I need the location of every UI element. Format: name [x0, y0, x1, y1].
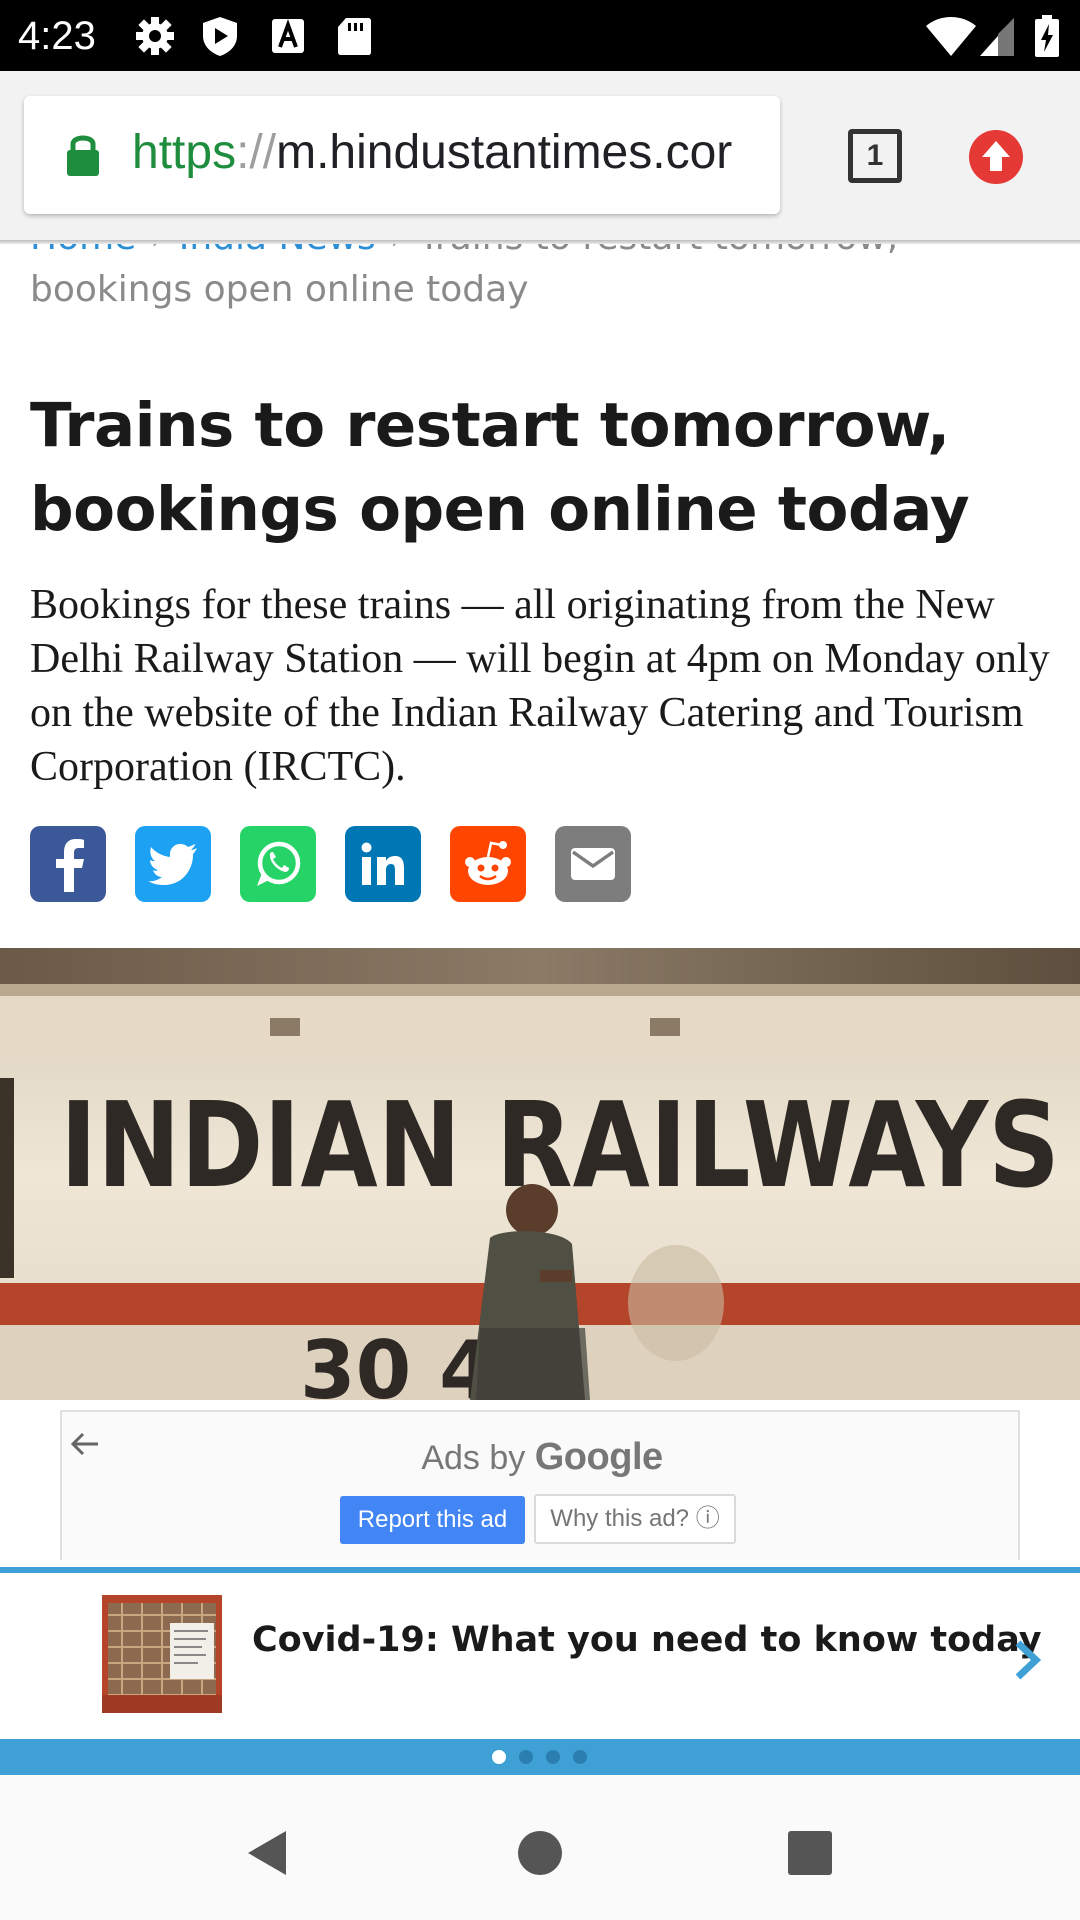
reddit-icon	[465, 841, 511, 885]
linkedin-icon	[361, 842, 404, 885]
browser-toolbar: https://m.hindustantimes.cor 1	[0, 71, 1080, 243]
cell-signal-icon	[980, 18, 1014, 56]
recents-icon[interactable]	[780, 1823, 840, 1883]
covid-thumbnail-image	[102, 1595, 222, 1713]
article-summary: Bookings for these trains — all originat…	[30, 582, 1050, 790]
ads-by-google-label: Ads by Google	[62, 1436, 1022, 1479]
breadcrumb-home-link[interactable]: Home	[30, 244, 136, 258]
address-bar[interactable]: https://m.hindustantimes.cor	[24, 96, 780, 214]
whatsapp-icon	[257, 841, 301, 886]
email-share-button[interactable]	[555, 826, 631, 902]
breadcrumb-current-line1: Trains to restart tomorrow,	[418, 244, 898, 258]
ad-container: Ads by Google Report this ad Why this ad…	[60, 1410, 1020, 1560]
breadcrumb-separator: ›	[390, 244, 404, 258]
report-ad-button[interactable]: Report this ad	[340, 1496, 525, 1544]
back-icon[interactable]	[238, 1823, 298, 1883]
tab-switcher-button[interactable]: 1	[848, 129, 902, 183]
covid-news-card[interactable]: Covid-19: What you need to know today	[0, 1573, 1080, 1739]
breadcrumb: Home › India News › Trains to restart tomorr…	[30, 244, 1050, 318]
twitter-icon	[148, 844, 197, 885]
covid-card-title[interactable]: Covid-19: What you need to know today	[252, 1617, 1042, 1663]
update-icon[interactable]	[968, 129, 1024, 185]
whatsapp-share-button[interactable]	[240, 826, 316, 902]
status-bar: 4:23	[0, 0, 1080, 71]
wifi-icon	[926, 17, 976, 56]
android-navigation-bar	[0, 1775, 1080, 1920]
breadcrumb-section-link[interactable]: India News	[179, 244, 376, 258]
indian-railways-train-image: INDIAN RAILWAYS 30 4	[0, 948, 1080, 1400]
linkedin-share-button[interactable]	[345, 826, 421, 902]
url-separator: ://	[236, 126, 277, 179]
breadcrumb-current-line2: bookings open online today	[30, 269, 529, 310]
sd-card-icon	[338, 18, 371, 55]
article-headline: Trains to restart tomorrow, bookings ope…	[30, 390, 970, 545]
ads-by-text: Ads by	[421, 1439, 526, 1477]
twitter-share-button[interactable]	[135, 826, 211, 902]
gear-icon	[136, 17, 174, 55]
shield-icon	[203, 17, 237, 56]
lock-icon	[67, 135, 99, 176]
url-host: m.hindustantimes.cor	[276, 126, 733, 179]
carousel-pagination	[0, 1739, 1080, 1775]
photo-sign-text: INDIAN RAILWAYS	[60, 1076, 1060, 1214]
article-photo: INDIAN RAILWAYS 30 4	[0, 948, 1080, 1400]
url-text[interactable]: https://m.hindustantimes.cor	[132, 122, 732, 184]
carousel-dot-active[interactable]	[492, 1750, 506, 1764]
why-this-ad-button[interactable]: Why this ad? ⓘ	[534, 1494, 736, 1544]
carousel-dot[interactable]	[573, 1750, 587, 1764]
facebook-icon	[56, 839, 84, 892]
chevron-right-icon[interactable]	[1008, 1635, 1048, 1685]
carousel-dot[interactable]	[519, 1750, 533, 1764]
a-icon	[272, 19, 304, 53]
home-icon[interactable]	[510, 1823, 570, 1883]
facebook-share-button[interactable]	[30, 826, 106, 902]
battery-charging-icon	[1035, 15, 1059, 57]
photo-number-text: 30 4	[300, 1324, 495, 1400]
google-logo-text: Google	[534, 1436, 663, 1478]
email-icon	[571, 848, 615, 880]
breadcrumb-separator: ›	[150, 244, 164, 258]
carousel-dot[interactable]	[546, 1750, 560, 1764]
reddit-share-button[interactable]	[450, 826, 526, 902]
url-scheme: https	[132, 126, 237, 179]
status-time: 4:23	[18, 14, 96, 58]
